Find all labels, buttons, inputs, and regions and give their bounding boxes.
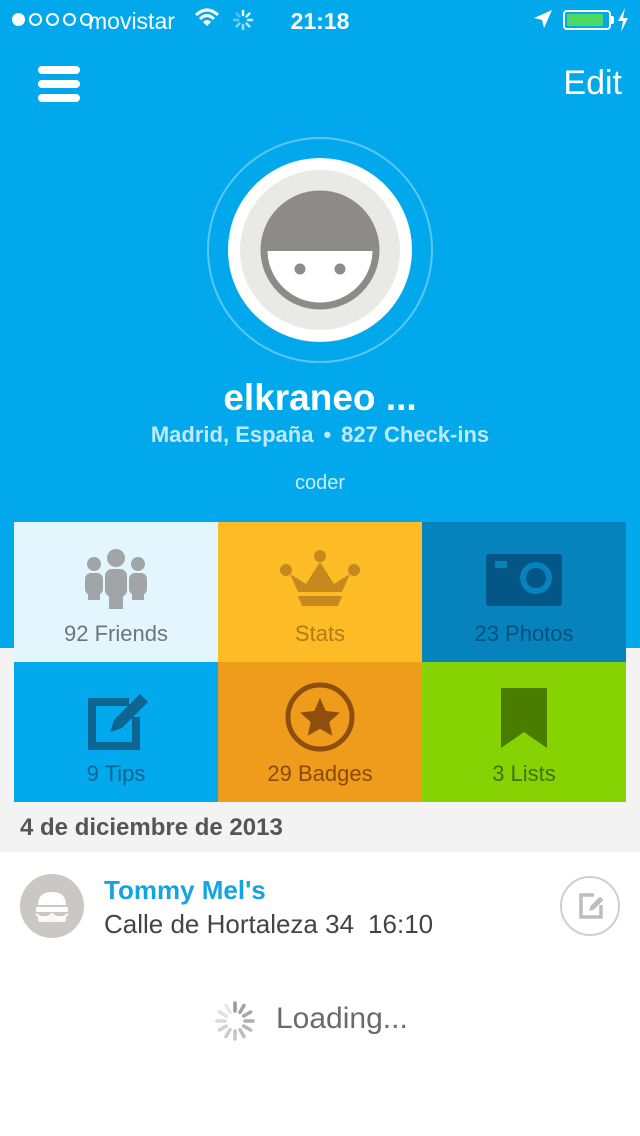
battery-level xyxy=(567,14,603,26)
edit-button[interactable]: Edit xyxy=(563,64,622,103)
location-arrow-icon xyxy=(534,10,552,28)
tile-badges[interactable]: 29 Badges xyxy=(218,662,422,802)
battery-tip xyxy=(611,16,614,24)
profile-bio: coder xyxy=(294,472,346,494)
tile-label: 3 Lists xyxy=(492,761,556,786)
edit-tip-icon xyxy=(88,694,148,750)
tile-label: 92 Friends xyxy=(64,621,168,646)
profile-meta: Madrid, España • 827 Check-ins xyxy=(0,422,640,448)
tile-lists[interactable]: 3 Lists xyxy=(422,662,626,802)
hamburger-menu-bar xyxy=(38,80,80,88)
friends-icon xyxy=(85,549,147,609)
profile-location: Madrid, España xyxy=(150,422,314,447)
venue-street: Calle de Hortaleza 34 xyxy=(104,909,355,939)
tile-label: 9 Tips xyxy=(86,761,146,786)
profile-tiles: 92 Friends Stats 23 Photos 9 Tips 29 Bad… xyxy=(14,522,626,802)
status-bar: movistar 21:18 xyxy=(0,0,640,40)
venue-address: Calle de Hortaleza 34 16:10 xyxy=(104,909,433,940)
menu-button[interactable] xyxy=(38,64,80,104)
tile-friends[interactable]: 92 Friends xyxy=(14,522,218,662)
add-tip-button[interactable] xyxy=(560,876,620,936)
tile-stats[interactable]: Stats xyxy=(218,522,422,662)
default-avatar-icon xyxy=(260,190,380,310)
battery-icon xyxy=(563,10,611,30)
loading-indicator: Loading... xyxy=(0,998,640,1044)
profile-name: elkraneo ... xyxy=(223,377,417,418)
star-badge-icon xyxy=(285,682,355,752)
hamburger-menu-icon xyxy=(38,66,80,74)
add-tip-icon xyxy=(579,893,604,919)
loading-spinner-icon xyxy=(215,1001,255,1041)
hamburger-menu-bar xyxy=(38,94,80,102)
meta-separator: • xyxy=(323,422,332,447)
tile-label: 29 Badges xyxy=(267,761,373,786)
venue-category xyxy=(20,874,84,938)
tile-label: 23 Photos xyxy=(474,621,574,646)
charging-bolt-icon xyxy=(618,8,628,32)
camera-icon xyxy=(486,554,562,606)
profile-checkins: 827 Check-ins xyxy=(341,422,490,447)
venue-name[interactable]: Tommy Mel's xyxy=(104,875,266,906)
tile-label: Stats xyxy=(294,621,346,646)
burger-icon xyxy=(35,892,69,922)
checkin-time: 16:10 xyxy=(368,909,434,939)
tile-photos[interactable]: 23 Photos xyxy=(422,522,626,662)
loading-text: Loading... xyxy=(276,1002,408,1035)
checkin-row[interactable]: Tommy Mel's Calle de Hortaleza 34 16:10 xyxy=(0,852,640,962)
tile-tips[interactable]: 9 Tips xyxy=(14,662,218,802)
feed-date-header: 4 de diciembre de 2013 xyxy=(20,814,283,841)
bookmark-icon xyxy=(501,688,547,748)
crown-icon xyxy=(280,550,360,606)
